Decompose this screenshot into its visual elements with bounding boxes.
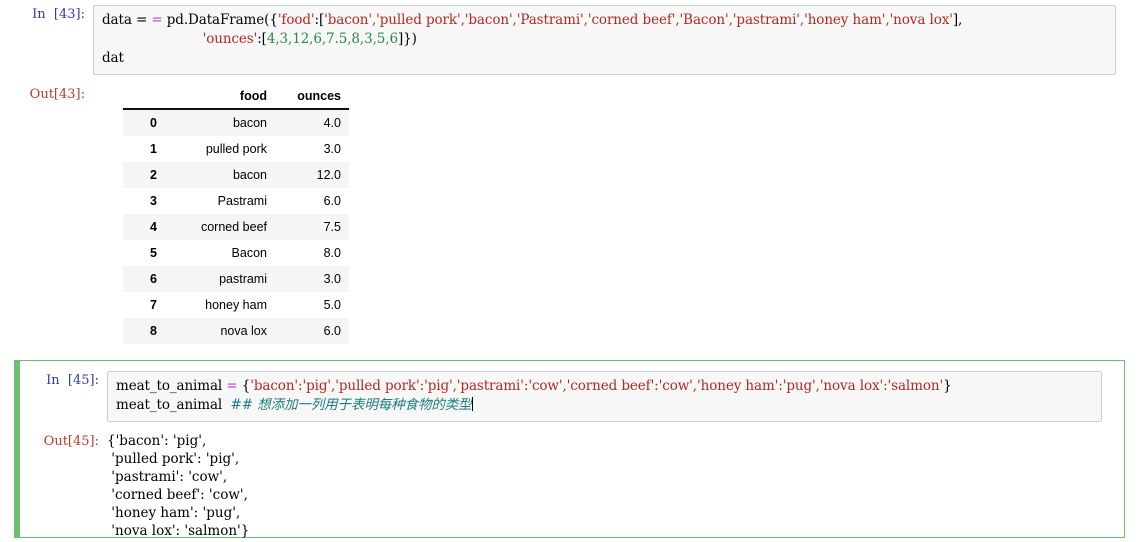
cell-food: bacon <box>167 109 275 136</box>
dataframe-header: food ounces <box>123 85 349 110</box>
cell-ounces: 4.0 <box>275 109 349 136</box>
code-line-2: 'ounces':[4,3,12,6,7.5,8,3,5,6]}) <box>102 30 1107 49</box>
dict-output-45: {'bacon': 'pig', 'pulled pork': 'pig', '… <box>107 432 1124 540</box>
row-index: 6 <box>123 266 167 292</box>
text-cursor <box>471 397 473 411</box>
row-index: 4 <box>123 214 167 240</box>
dataframe-body: 0 bacon 4.0 1 pulled pork 3.0 2 bacon 12… <box>123 109 349 344</box>
code-token-dict-literal: 'bacon':'pig','pulled pork':'pig','pastr… <box>250 378 944 394</box>
table-row: 4 corned beef 7.5 <box>123 214 349 240</box>
cell-ounces: 5.0 <box>275 292 349 318</box>
row-index: 1 <box>123 136 167 162</box>
cell-ounces: 8.0 <box>275 240 349 266</box>
row-index: 2 <box>123 162 167 188</box>
code-token-var-name: meat_to_animal <box>116 378 227 394</box>
code-line-1: data = = pd.DataFrame({'food':['bacon','… <box>102 11 1107 30</box>
code-line-3: dat <box>102 50 124 66</box>
output-line: 'pulled pork': 'pig', <box>107 451 240 467</box>
output-line: {'bacon': 'pig', <box>107 433 207 449</box>
cell-ounces: 3.0 <box>275 136 349 162</box>
row-index: 7 <box>123 292 167 318</box>
cell-ounces: 6.0 <box>275 188 349 214</box>
code-token-constructor: pd.DataFrame({ <box>162 12 278 28</box>
code-token-colon-open: :[ <box>314 12 325 28</box>
output-line: 'pastrami': 'cow', <box>107 469 228 485</box>
cell-ounces: 3.0 <box>275 266 349 292</box>
table-row: 2 bacon 12.0 <box>123 162 349 188</box>
output-prompt-45: Out[45]: <box>43 434 99 449</box>
cell-ounces: 7.5 <box>275 214 349 240</box>
cell-food: pastrami <box>167 266 275 292</box>
code-token-food-key: 'food' <box>277 12 315 28</box>
dataframe-output-43: food ounces 0 bacon 4.0 1 pulled pork 3.… <box>93 85 1138 344</box>
code-token-food-values: 'bacon','pulled pork','bacon','Pastrami'… <box>324 12 953 28</box>
code-token-dict-close: ]}) <box>397 31 417 47</box>
code-box-45[interactable]: meat_to_animal = {'bacon':'pig','pulled … <box>107 371 1102 422</box>
code-token-ounces-key: 'ounces' <box>202 31 258 47</box>
cell-output-row-45: Out[45]: {'bacon': 'pig', 'pulled pork':… <box>15 432 1124 540</box>
code-token-list-close: ], <box>952 12 963 28</box>
cell-food: bacon <box>167 162 275 188</box>
input-prompt-45: In [45]: <box>46 373 99 388</box>
code-token-operator: = <box>151 12 163 28</box>
table-row: 5 Bacon 8.0 <box>123 240 349 266</box>
table-row: 0 bacon 4.0 <box>123 109 349 136</box>
code-token-ounces-values: 4,3,12,6,7.5,8,3,5,6 <box>266 31 398 47</box>
code-token-operator: = <box>226 378 238 394</box>
code-editor-43[interactable]: data = = pd.DataFrame({'food':['bacon','… <box>93 5 1138 75</box>
cell-food: honey ham <box>167 292 275 318</box>
code-box-43[interactable]: data = = pd.DataFrame({'food':['bacon','… <box>93 5 1116 75</box>
code-token-indent <box>102 31 203 47</box>
code-token-comment: ## 想添加一列用于表明每种食物的类型 <box>230 397 472 413</box>
code-editor-45[interactable]: meat_to_animal = {'bacon':'pig','pulled … <box>107 371 1124 422</box>
cell-food: Pastrami <box>167 188 275 214</box>
code-line-1: meat_to_animal = {'bacon':'pig','pulled … <box>116 377 1093 396</box>
code-token-colon-open-2: :[ <box>257 31 267 47</box>
cell-ounces: 12.0 <box>275 162 349 188</box>
dataframe-table: food ounces 0 bacon 4.0 1 pulled pork 3.… <box>123 85 349 344</box>
row-index: 3 <box>123 188 167 214</box>
code-token-assign-target: data = <box>102 12 152 28</box>
row-index: 5 <box>123 240 167 266</box>
output-prompt-43: Out[43]: <box>29 87 85 102</box>
row-index: 8 <box>123 318 167 344</box>
output-line: 'nova lox': 'salmon'} <box>107 523 250 539</box>
cell-input-row-43: In [43]: data = = pd.DataFrame({'food':[… <box>1 5 1138 75</box>
dataframe-index-header <box>123 85 167 110</box>
output-line: 'corned beef': 'cow', <box>107 487 248 503</box>
output-line: 'honey ham': 'pug', <box>107 505 241 521</box>
notebook-cell-45-selected[interactable]: In [45]: meat_to_animal = {'bacon':'pig'… <box>14 360 1125 540</box>
code-token-brace-close: } <box>943 378 952 394</box>
code-token-var-echo: meat_to_animal <box>116 397 231 413</box>
dataframe-column-food: food <box>167 85 275 110</box>
table-row: 6 pastrami 3.0 <box>123 266 349 292</box>
cell-food: pulled pork <box>167 136 275 162</box>
cell-input-row-45: In [45]: meat_to_animal = {'bacon':'pig'… <box>15 371 1124 422</box>
cell-food: Bacon <box>167 240 275 266</box>
table-row: 8 nova lox 6.0 <box>123 318 349 344</box>
cell-food: nova lox <box>167 318 275 344</box>
input-prompt-43: In [43]: <box>32 7 85 22</box>
notebook-cell-43[interactable]: In [43]: data = = pd.DataFrame({'food':[… <box>0 4 1139 345</box>
code-token-brace-open: { <box>237 378 251 394</box>
cell-output-row-43: Out[43]: food ounces 0 bacon 4.0 1 pulle… <box>1 85 1138 344</box>
notebook-container: In [43]: data = = pd.DataFrame({'food':[… <box>0 0 1139 542</box>
table-row: 7 honey ham 5.0 <box>123 292 349 318</box>
cell-ounces: 6.0 <box>275 318 349 344</box>
code-line-2: meat_to_animal ## 想添加一列用于表明每种食物的类型 <box>116 396 1093 415</box>
dataframe-header-row: food ounces <box>123 85 349 110</box>
table-row: 1 pulled pork 3.0 <box>123 136 349 162</box>
cell-food: corned beef <box>167 214 275 240</box>
dataframe-column-ounces: ounces <box>275 85 349 110</box>
table-row: 3 Pastrami 6.0 <box>123 188 349 214</box>
row-index: 0 <box>123 109 167 136</box>
